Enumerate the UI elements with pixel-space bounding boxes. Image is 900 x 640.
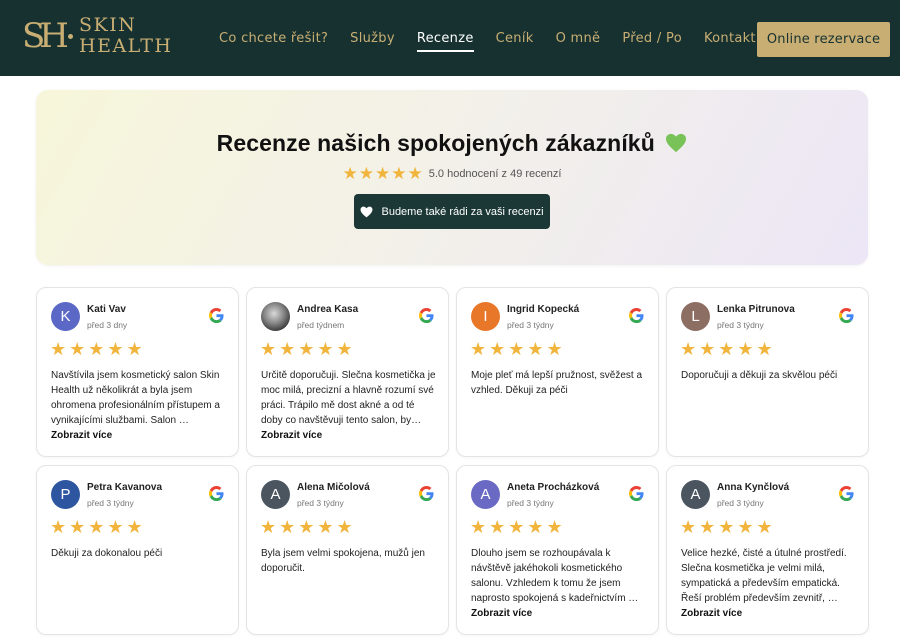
avatar: L [681, 302, 710, 331]
reviewer-name[interactable]: Aneta Procházková [507, 482, 599, 493]
google-icon[interactable] [209, 486, 224, 501]
review-card: K Kati Vav před 3 dny ★★★★★ Navštívila jsem … [36, 287, 239, 457]
review-stars: ★★★★★ [260, 517, 356, 538]
rating-summary: 5.0 hodnocení z 49 recenzí [428, 168, 562, 180]
avatar: A [261, 480, 290, 509]
avatar: A [681, 480, 710, 509]
avatar-initial: A [690, 486, 701, 503]
reviewer-name[interactable]: Kati Vav [87, 304, 126, 315]
google-icon[interactable] [839, 308, 854, 323]
reviewer-name[interactable]: Ingrid Kopecká [507, 304, 579, 315]
review-date: před 3 dny [87, 320, 128, 330]
review-stars: ★★★★★ [50, 517, 146, 538]
review-card: A Aneta Procházková před 3 týdny ★★★★★ Dlouh… [456, 465, 659, 635]
green-heart-icon [666, 133, 687, 153]
review-date: před 3 týdny [87, 498, 134, 508]
online-booking-button[interactable]: Online rezervace [757, 22, 890, 57]
review-card: Andrea Kasa před týdnem ★★★★★ Určitě doporu… [246, 287, 449, 457]
review-stars: ★★★★★ [260, 339, 356, 360]
avatar-initial: L [691, 308, 700, 325]
write-review-button[interactable]: Budeme také rádi za vaši recenzi [354, 194, 550, 229]
avatar: A [471, 480, 500, 509]
review-date: před 3 týdny [297, 498, 344, 508]
google-icon[interactable] [209, 308, 224, 323]
nav-item-kontakt[interactable]: Kontakt [704, 31, 756, 49]
logo[interactable]: SH SKIN HEALTH [22, 14, 172, 58]
review-stars: ★★★★★ [50, 339, 146, 360]
avatar-initial: K [60, 308, 71, 325]
review-text: Moje pleť má lepší pružnost, svěžest a v… [471, 370, 643, 396]
show-more-link[interactable]: Zobrazit více [51, 430, 112, 441]
nav-item-co-chcete-resit[interactable]: Co chcete řešit? [219, 31, 328, 49]
logo-monogram: SH [22, 16, 69, 56]
avatar-initial: A [270, 486, 281, 503]
reviewer-name[interactable]: Anna Kynčlová [717, 482, 789, 493]
main-nav: Co chcete řešit? Služby Recenze Ceník O … [219, 31, 778, 52]
google-icon[interactable] [629, 486, 644, 501]
reviewer-name[interactable]: Petra Kavanova [87, 482, 162, 493]
avatar: K [51, 302, 80, 331]
review-stars: ★★★★★ [680, 339, 776, 360]
review-text: Určitě doporučuji. Slečna kosmetička je … [261, 370, 436, 426]
page-title: Recenze našich spokojených zákazníků [36, 130, 868, 157]
avatar-initial: I [483, 308, 488, 325]
review-stars: ★★★★★ [680, 517, 776, 538]
overall-rating: ★★★★★ 5.0 hodnocení z 49 recenzí [36, 164, 868, 184]
logo-dot [68, 33, 73, 39]
review-date: před týdnem [297, 320, 345, 330]
avatar-initial: A [480, 486, 491, 503]
avatar: I [471, 302, 500, 331]
show-more-link[interactable]: Zobrazit více [261, 430, 322, 441]
review-card: A Alena Mičolová před 3 týdny ★★★★★ Byla jse… [246, 465, 449, 635]
nav-item-o-mne[interactable]: O mně [556, 31, 601, 49]
write-review-label: Budeme také rádi za vaši recenzi [381, 205, 544, 218]
show-more-link[interactable]: Zobrazit více [681, 608, 742, 619]
google-icon[interactable] [839, 486, 854, 501]
review-date: před 3 týdny [717, 498, 764, 508]
site-header: SH SKIN HEALTH Co chcete řešit? Služby R… [0, 0, 900, 76]
review-card: I Ingrid Kopecká před 3 týdny ★★★★★ Moje ple… [456, 287, 659, 457]
review-text: Velice hezké, čisté a útulné prostředí. … [681, 548, 847, 604]
review-stars: ★★★★★ [470, 339, 566, 360]
reviewer-name[interactable]: Lenka Pitrunova [717, 304, 795, 315]
nav-item-cenik[interactable]: Ceník [496, 31, 534, 49]
review-stars: ★★★★★ [470, 517, 566, 538]
review-card: L Lenka Pitrunova před 3 týdny ★★★★★ Doporuč… [666, 287, 869, 457]
review-card: A Anna Kynčlová před 3 týdny ★★★★★ Velice he… [666, 465, 869, 635]
review-card: P Petra Kavanova před 3 týdny ★★★★★ Děkuji z… [36, 465, 239, 635]
logo-line-2: HEALTH [79, 35, 173, 57]
avatar: P [51, 480, 80, 509]
show-more-link[interactable]: Zobrazit více [471, 608, 532, 619]
review-date: před 3 týdny [507, 498, 554, 508]
page-title-text: Recenze našich spokojených zákazníků [216, 130, 655, 156]
review-text: Doporučuji a děkuji za skvělou péči [681, 370, 838, 381]
nav-item-recenze[interactable]: Recenze [416, 31, 474, 52]
review-date: před 3 týdny [507, 320, 554, 330]
google-icon[interactable] [629, 308, 644, 323]
review-text: Navštívila jsem kosmetický salon Skin He… [51, 370, 220, 426]
review-text: Děkuji za dokonalou péči [51, 548, 163, 559]
avatar [261, 302, 290, 331]
heart-icon [361, 206, 373, 217]
nav-item-sluzby[interactable]: Služby [350, 31, 395, 49]
google-icon[interactable] [419, 308, 434, 323]
reviewer-name[interactable]: Alena Mičolová [297, 482, 370, 493]
logo-line-1: SKIN [79, 14, 137, 36]
google-icon[interactable] [419, 486, 434, 501]
avatar-initial: P [60, 486, 71, 503]
overall-stars: ★★★★★ [342, 164, 424, 184]
reviews-hero: Recenze našich spokojených zákazníků ★★★… [36, 90, 868, 265]
reviewer-name[interactable]: Andrea Kasa [297, 304, 358, 315]
review-text: Dlouho jsem se rozhoupávala k návštěvě j… [471, 548, 639, 604]
review-date: před 3 týdny [717, 320, 764, 330]
logo-text: SKIN HEALTH [79, 15, 172, 57]
nav-item-pred-po[interactable]: Před / Po [622, 31, 682, 49]
review-text: Byla jsem velmi spokojena, mužů jen dopo… [261, 548, 425, 574]
